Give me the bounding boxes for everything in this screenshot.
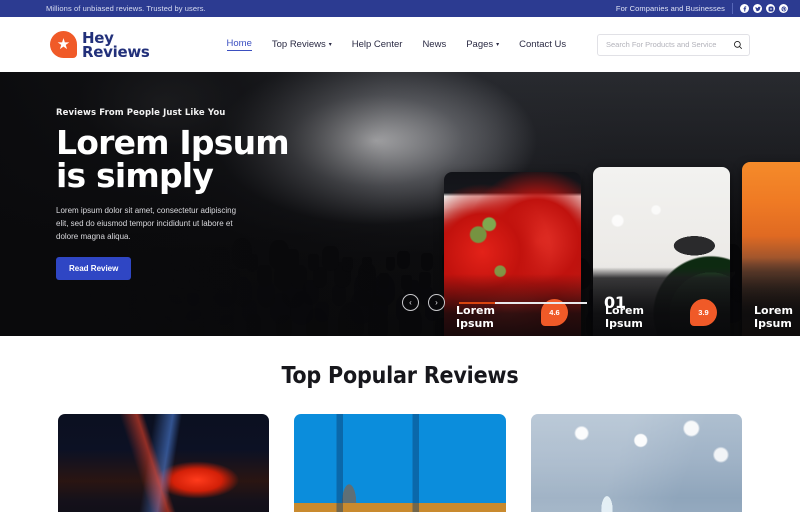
section-title: Top Popular Reviews — [281, 363, 519, 389]
facebook-icon[interactable] — [740, 4, 749, 13]
hero-content: Reviews From People Just Like You Lorem … — [0, 72, 330, 280]
nav-item-pages[interactable]: Pages ▾ — [466, 39, 499, 50]
logo-wordmark: Hey Reviews — [82, 30, 150, 61]
topbar-right-group: For Companies and Businesses — [616, 3, 788, 14]
card-title: Lorem Ipsum — [754, 304, 793, 330]
logo-line-2: Reviews — [82, 42, 150, 61]
nav-label: Pages — [466, 39, 494, 50]
topbar-tagline: Millions of unbiased reviews. Trusted by… — [46, 4, 206, 13]
chevron-down-icon: ▾ — [328, 42, 332, 48]
nav-item-home[interactable]: Home — [226, 38, 252, 51]
social-links — [740, 4, 788, 13]
business-link[interactable]: For Companies and Businesses — [616, 4, 725, 13]
popular-card-flowers-bottles[interactable] — [530, 414, 742, 512]
search-button[interactable] — [732, 39, 744, 51]
topbar-divider — [732, 3, 733, 14]
carousel-controls: ‹ › 01 — [402, 293, 626, 312]
hero-title: Lorem Ipsum is simply — [56, 126, 330, 192]
logo-speech-bubble-icon: ★ — [50, 31, 77, 58]
nav-item-contact-us[interactable]: Contact Us — [519, 39, 566, 50]
card-title-line-2: Ipsum — [754, 317, 792, 330]
rating-badge: 3.9 — [690, 299, 717, 326]
search-input[interactable] — [597, 33, 750, 56]
carousel-slide-number: 01 — [604, 293, 626, 312]
hero-eyebrow: Reviews From People Just Like You — [56, 108, 226, 118]
nav-label: Top Reviews — [271, 39, 326, 50]
hero-title-line-1: Lorem Ipsum — [56, 123, 290, 162]
instagram-icon[interactable] — [766, 4, 775, 13]
pinterest-icon[interactable] — [779, 4, 788, 13]
card-title-line-2: Ipsum — [605, 317, 643, 330]
nav-label: Help Center — [351, 39, 403, 50]
nav-item-help-center[interactable]: Help Center — [352, 39, 403, 50]
popular-card-stadium-night[interactable] — [58, 414, 270, 512]
main-navigation: Home Top Reviews ▾ Help Center News Page… — [226, 38, 566, 51]
hero-carousel: Reviews From People Just Like You Lorem … — [0, 72, 800, 336]
nav-label: News — [422, 39, 447, 50]
card-title-line-2: Ipsum — [456, 317, 494, 330]
top-announcement-bar: Millions of unbiased reviews. Trusted by… — [0, 0, 800, 17]
nav-item-top-reviews[interactable]: Top Reviews ▾ — [272, 39, 332, 50]
hero-title-line-2: is simply — [56, 156, 214, 195]
site-header: ★ Hey Reviews Home Top Reviews ▾ Help Ce… — [0, 17, 800, 72]
top-popular-reviews-section: Top Popular Reviews — [0, 336, 800, 512]
search-icon — [734, 40, 743, 49]
carousel-prev-button[interactable]: ‹ — [402, 294, 419, 311]
chevron-down-icon: ▾ — [496, 42, 500, 48]
carousel-next-button[interactable]: › — [428, 294, 445, 311]
popular-card-blue-wall-table[interactable] — [294, 414, 506, 512]
read-review-button[interactable]: Read Review — [56, 257, 132, 280]
review-card-sunset[interactable]: Lorem Ipsum — [742, 162, 800, 336]
card-title-line-1: Lorem — [754, 304, 793, 317]
site-logo[interactable]: ★ Hey Reviews — [50, 30, 150, 61]
carousel-progress-fill — [459, 301, 495, 304]
hero-description: Lorem ipsum dolor sit amet, consectetur … — [56, 206, 237, 241]
search-box — [597, 33, 750, 56]
carousel-progress-bar[interactable] — [459, 301, 587, 304]
twitter-icon[interactable] — [753, 4, 762, 13]
nav-item-news[interactable]: News — [422, 39, 446, 50]
popular-cards-grid — [0, 389, 800, 512]
star-icon: ★ — [56, 35, 71, 53]
nav-label: Contact Us — [519, 39, 567, 50]
nav-label: Home — [226, 38, 252, 49]
